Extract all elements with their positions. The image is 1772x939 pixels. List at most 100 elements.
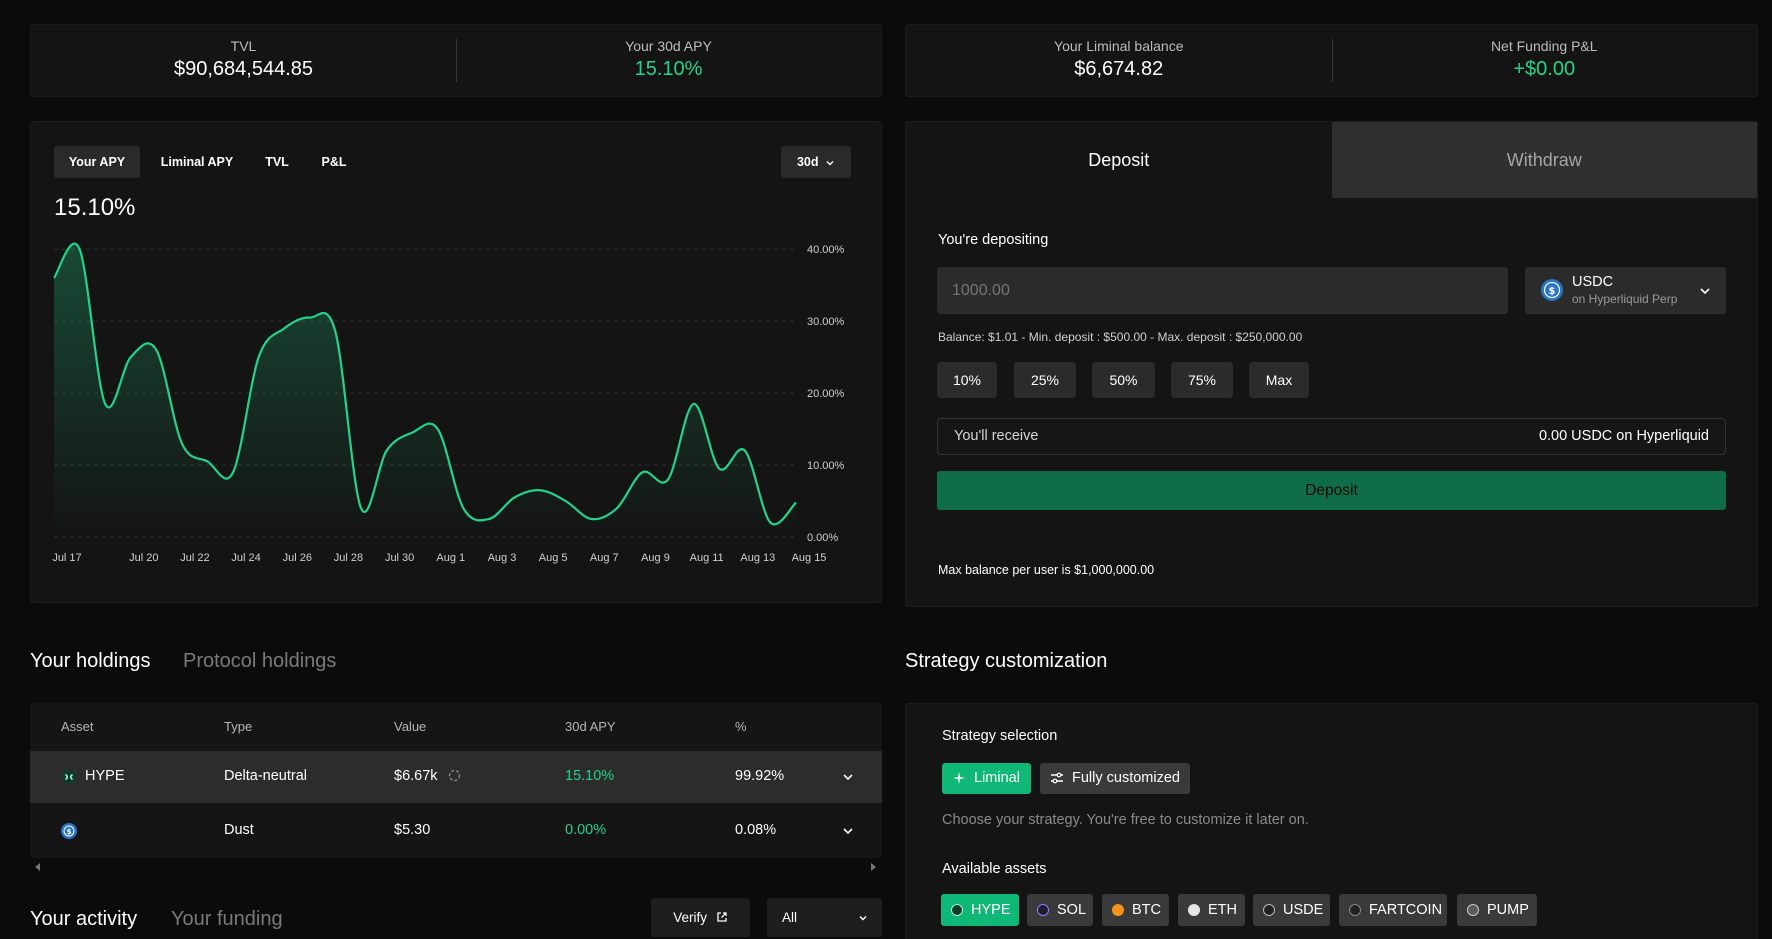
- apy-area: [54, 243, 796, 537]
- sparkle-icon: [953, 772, 965, 784]
- asset-pct: 99.92%: [735, 768, 785, 784]
- sol-icon: [1037, 904, 1049, 916]
- chevron-down-icon: [1700, 288, 1710, 295]
- strategy-custom-button[interactable]: Fully customized: [1040, 763, 1190, 794]
- available-assets-label: Available assets: [942, 861, 1047, 877]
- fartcoin-icon: [1349, 904, 1361, 916]
- pump-icon: [1467, 904, 1479, 916]
- strategy-hint: Choose your strategy. You're free to cus…: [942, 812, 1309, 828]
- token-select[interactable]: $ USDC on Hyperliquid Perp: [1525, 267, 1726, 314]
- tab-your-activity[interactable]: Your activity: [30, 908, 137, 931]
- balance-value: $6,674.82: [1074, 58, 1164, 80]
- col-asset: Asset: [61, 719, 94, 734]
- tab-protocol-holdings[interactable]: Protocol holdings: [183, 650, 336, 673]
- col-type: Type: [224, 719, 253, 734]
- svg-text:$: $: [1549, 286, 1556, 297]
- x-tick-label: Aug 11: [690, 552, 724, 564]
- asset-chip-label: SOL: [1057, 902, 1087, 918]
- x-tick-label: Jul 28: [334, 552, 363, 564]
- asset-apy: 0.00%: [565, 822, 607, 838]
- asset-pct: 0.08%: [735, 822, 777, 838]
- asset-apy: 15.10%: [565, 768, 615, 784]
- strategy-title: Strategy customization: [905, 650, 1108, 672]
- pct-50-button[interactable]: 50%: [1092, 362, 1155, 398]
- tab-liminal-apy[interactable]: Liminal APY: [149, 146, 245, 178]
- tab-pnl[interactable]: P&L: [309, 146, 359, 178]
- asset-type: Delta-neutral: [224, 768, 308, 784]
- chevron-down-icon[interactable]: [842, 771, 854, 783]
- asset-value-text: $6.67k: [394, 768, 438, 784]
- chevron-down-icon[interactable]: [842, 825, 854, 837]
- loading-spinner-icon: [448, 769, 460, 782]
- asset-chip-label: USDE: [1283, 902, 1324, 918]
- x-tick-label: Aug 15: [792, 552, 827, 564]
- asset-name: HYPE: [85, 768, 125, 784]
- apy-value: 15.10%: [634, 58, 703, 80]
- x-tick-label: Aug 1: [436, 552, 465, 564]
- deposit-button[interactable]: Deposit: [937, 471, 1726, 510]
- pct-25-button[interactable]: 25%: [1014, 362, 1076, 398]
- x-tick-label: Aug 7: [590, 552, 619, 564]
- asset-value: $6.67k: [394, 768, 461, 784]
- usdc-icon: $: [61, 823, 77, 839]
- eth-icon: [1188, 904, 1200, 916]
- deposit-panel: Deposit Withdraw You're depositing $ USD…: [905, 121, 1758, 607]
- verify-button[interactable]: Verify: [651, 898, 750, 937]
- receive-value: 0.00 USDC on Hyperliquid: [1538, 428, 1709, 444]
- depositing-label: You're depositing: [938, 232, 1049, 248]
- balance-stat: Your Liminal balance $6,674.82: [906, 38, 1332, 81]
- asset-chip-usde[interactable]: USDE: [1253, 894, 1330, 926]
- y-tick-label: 10.00%: [807, 460, 845, 472]
- tab-your-funding[interactable]: Your funding: [171, 908, 283, 931]
- pnl-value: +$0.00: [1513, 58, 1576, 80]
- receive-label: You'll receive: [954, 428, 1039, 444]
- verify-label: Verify: [673, 910, 707, 925]
- range-label: 30d: [796, 155, 819, 169]
- svg-text:$: $: [67, 828, 72, 836]
- x-tick-label: Jul 26: [283, 552, 312, 564]
- strategy-selection-label: Strategy selection: [942, 728, 1058, 744]
- col-pct: %: [735, 719, 747, 734]
- tab-withdraw[interactable]: Withdraw: [1331, 122, 1757, 198]
- asset-chip-hype[interactable]: HYPE: [941, 894, 1019, 926]
- asset-chip-label: BTC: [1132, 902, 1161, 918]
- amount-input[interactable]: [937, 267, 1508, 314]
- tab-your-apy[interactable]: Your APY: [54, 146, 140, 178]
- pnl-stat: Net Funding P&L +$0.00: [1332, 38, 1758, 81]
- asset-chip-sol[interactable]: SOL: [1027, 894, 1093, 926]
- tab-tvl[interactable]: TVL: [254, 146, 300, 178]
- y-tick-label: 0.00%: [807, 532, 838, 544]
- asset-chip-pump[interactable]: PUMP: [1457, 894, 1537, 926]
- pct-10-button[interactable]: 10%: [937, 362, 997, 398]
- table-row[interactable]: HYPE Delta-neutral $6.67k 15.10% 99.92%: [30, 751, 882, 803]
- col-value: Value: [394, 719, 427, 734]
- strategy-liminal-button[interactable]: Liminal: [942, 763, 1031, 794]
- x-tick-label: Jul 24: [231, 552, 260, 564]
- pct-75-button[interactable]: 75%: [1171, 362, 1233, 398]
- y-tick-label: 40.00%: [807, 244, 845, 256]
- col-apy: 30d APY: [565, 719, 616, 734]
- tab-deposit[interactable]: Deposit: [906, 122, 1332, 198]
- x-tick-label: Jul 17: [52, 552, 81, 564]
- asset-type: Dust: [224, 822, 254, 838]
- tab-your-holdings[interactable]: Your holdings: [30, 650, 150, 673]
- range-dropdown[interactable]: 30d: [781, 146, 851, 178]
- activity-filter-select[interactable]: All: [767, 898, 882, 937]
- max-balance-note: Max balance per user is $1,000,000.00: [938, 563, 1155, 577]
- stats-panel-left: TVL $90,684,544.85 Your 30d APY 15.10%: [30, 24, 882, 97]
- x-tick-label: Jul 20: [129, 552, 158, 564]
- asset-chip-fartcoin[interactable]: FARTCOIN: [1339, 894, 1447, 926]
- x-tick-label: Jul 30: [385, 552, 414, 564]
- scroll-left-icon[interactable]: [33, 862, 43, 872]
- asset-chip-label: PUMP: [1487, 902, 1529, 918]
- asset-chip-btc[interactable]: BTC: [1102, 894, 1169, 926]
- deposit-limits: Balance: $1.01 - Min. deposit : $500.00 …: [938, 330, 1303, 344]
- max-button[interactable]: Max: [1249, 362, 1309, 398]
- table-row[interactable]: $ Dust $5.30 0.00% 0.08%: [30, 805, 882, 857]
- strategy-liminal-label: Liminal: [974, 770, 1020, 786]
- stats-panel-right: Your Liminal balance $6,674.82 Net Fundi…: [905, 24, 1758, 97]
- asset-chip-eth[interactable]: ETH: [1178, 894, 1245, 926]
- token-name: USDC: [1572, 274, 1614, 290]
- usde-icon: [1263, 904, 1275, 916]
- scroll-right-icon[interactable]: [868, 862, 878, 872]
